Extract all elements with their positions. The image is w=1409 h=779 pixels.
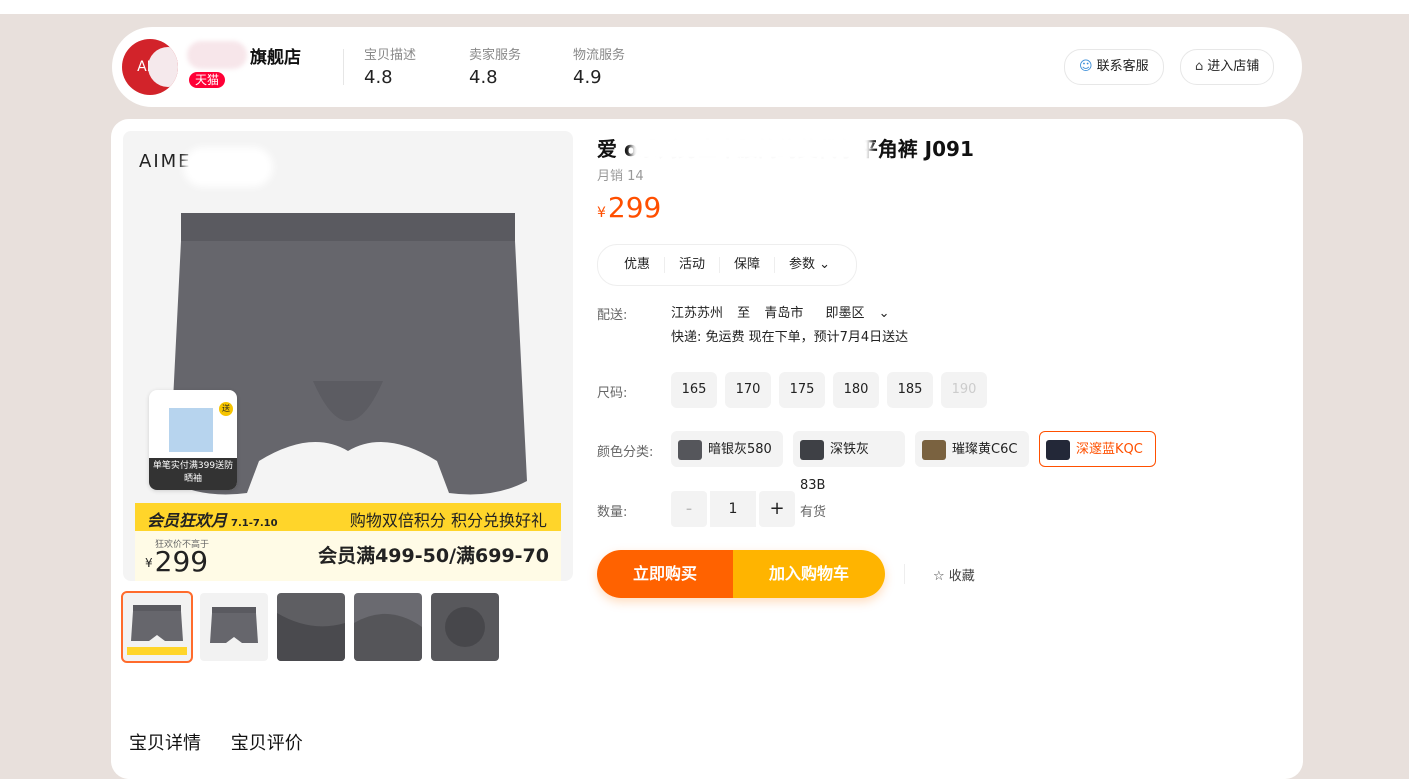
tab-params[interactable]: 参数 ⌄ bbox=[775, 257, 844, 273]
size-option-disabled: 190 bbox=[941, 372, 987, 408]
thumbnail[interactable] bbox=[431, 593, 499, 661]
tmall-badge: 天猫 bbox=[189, 72, 226, 88]
size-label: 尺码: bbox=[597, 386, 628, 401]
gift-tag: 送 bbox=[219, 402, 233, 416]
gift-image bbox=[169, 408, 213, 452]
info-tabs: 优惠 活动 保障 参数 ⌄ bbox=[597, 244, 858, 286]
increase-button[interactable]: + bbox=[759, 491, 795, 527]
monthly-sales: 月销 14 bbox=[597, 169, 644, 184]
size-option[interactable]: 175 bbox=[779, 372, 825, 408]
gift-text: 单笔实付满399送防晒袖 bbox=[149, 458, 237, 490]
promo-deal: 会员满499-50/满699-70 bbox=[318, 545, 549, 567]
promo-bar: 会员狂欢月 7.1-7.10 购物双倍积分 积分兑换好礼 bbox=[135, 503, 561, 531]
enter-shop-button[interactable]: ⌂ 进入店铺 bbox=[1180, 49, 1275, 85]
thumbnail[interactable] bbox=[277, 593, 345, 661]
detail-tabs: 宝贝详情 宝贝评价 bbox=[129, 729, 327, 755]
shipping-route[interactable]: 江苏苏州 至 青岛市 即墨区 ⌄ bbox=[671, 302, 900, 321]
top-strip bbox=[0, 0, 1409, 14]
gift-card[interactable]: 送 单笔实付满399送防晒袖 bbox=[149, 390, 237, 490]
color-swatch bbox=[922, 439, 946, 460]
store-name[interactable]: 旗舰店 bbox=[250, 43, 301, 68]
quantity-input[interactable]: 1 bbox=[710, 491, 756, 527]
divider bbox=[343, 49, 344, 85]
purchase-buttons: 立即购买 加入购物车 bbox=[597, 550, 885, 598]
thumbnail[interactable] bbox=[121, 591, 193, 663]
size-option[interactable]: 165 bbox=[671, 372, 717, 408]
promo-title: 会员狂欢月 bbox=[147, 511, 228, 530]
metric-seller-service: 卖家服务 4.8 bbox=[469, 48, 522, 88]
contact-service-button[interactable]: ☺ 联系客服 bbox=[1064, 49, 1164, 85]
color-swatch bbox=[1046, 439, 1070, 460]
color-swatch bbox=[678, 439, 702, 460]
decrease-button[interactable]: - bbox=[671, 491, 707, 527]
promo-right-text: 购物双倍积分 积分兑换好礼 bbox=[349, 511, 547, 530]
chat-icon: ☺ bbox=[1079, 59, 1093, 74]
price: ¥299 bbox=[597, 191, 662, 224]
tab-activity[interactable]: 活动 bbox=[665, 257, 721, 273]
size-option[interactable]: 180 bbox=[833, 372, 879, 408]
buy-now-button[interactable]: 立即购买 bbox=[597, 550, 733, 598]
promo-price-area: 狂欢价不高于 ¥299 会员满499-50/满699-70 bbox=[135, 531, 561, 581]
store-header: AIM 旗舰店 天猫 宝贝描述 4.8 卖家服务 4.8 物流服务 4.9 ☺联… bbox=[112, 27, 1302, 107]
color-label: 颜色分类: bbox=[597, 445, 654, 460]
color-option[interactable]: 璀璨黄C6C bbox=[915, 431, 1029, 467]
favorite-button[interactable]: ☆ 收藏 bbox=[933, 565, 975, 584]
thumbnail[interactable] bbox=[354, 593, 422, 661]
tab-discount[interactable]: 优惠 bbox=[610, 257, 666, 273]
product-card: AIME 送 单笔实付满399送防晒袖 会员狂欢月 7.1-7.10 购物双倍积分… bbox=[111, 119, 1303, 779]
store-logo[interactable]: AIM bbox=[122, 39, 178, 95]
color-swatch bbox=[800, 439, 824, 460]
quantity-label: 数量: bbox=[597, 505, 628, 520]
shipping-detail: 快递: 免运费 现在下单，预计7月4日送达 bbox=[671, 330, 909, 345]
tab-reviews[interactable]: 宝贝评价 bbox=[231, 733, 303, 754]
color-option[interactable]: 暗银灰580 bbox=[671, 431, 783, 467]
tab-guarantee[interactable]: 保障 bbox=[720, 257, 776, 273]
metric-logistics: 物流服务 4.9 bbox=[573, 48, 626, 88]
thumbnail[interactable] bbox=[200, 593, 268, 661]
add-to-cart-button[interactable]: 加入购物车 bbox=[733, 550, 885, 598]
shipping-label: 配送: bbox=[597, 308, 628, 323]
divider bbox=[904, 564, 905, 584]
chevron-down-icon: ⌄ bbox=[878, 306, 890, 321]
color-option[interactable]: 深铁灰83B bbox=[793, 431, 905, 493]
metric-description: 宝贝描述 4.8 bbox=[364, 48, 417, 88]
main-image[interactable]: AIME 送 单笔实付满399送防晒袖 会员狂欢月 7.1-7.10 购物双倍积分… bbox=[123, 131, 573, 581]
size-option[interactable]: 170 bbox=[725, 372, 771, 408]
shop-icon: ⌂ bbox=[1195, 59, 1204, 74]
promo-price: ¥299 bbox=[145, 545, 209, 578]
size-option[interactable]: 185 bbox=[887, 372, 933, 408]
stock-status: 有货 bbox=[800, 505, 827, 520]
tab-details[interactable]: 宝贝详情 bbox=[129, 733, 201, 754]
color-option-selected[interactable]: 深邃蓝KQC bbox=[1039, 431, 1156, 467]
promo-dates: 7.1-7.10 bbox=[231, 518, 278, 529]
